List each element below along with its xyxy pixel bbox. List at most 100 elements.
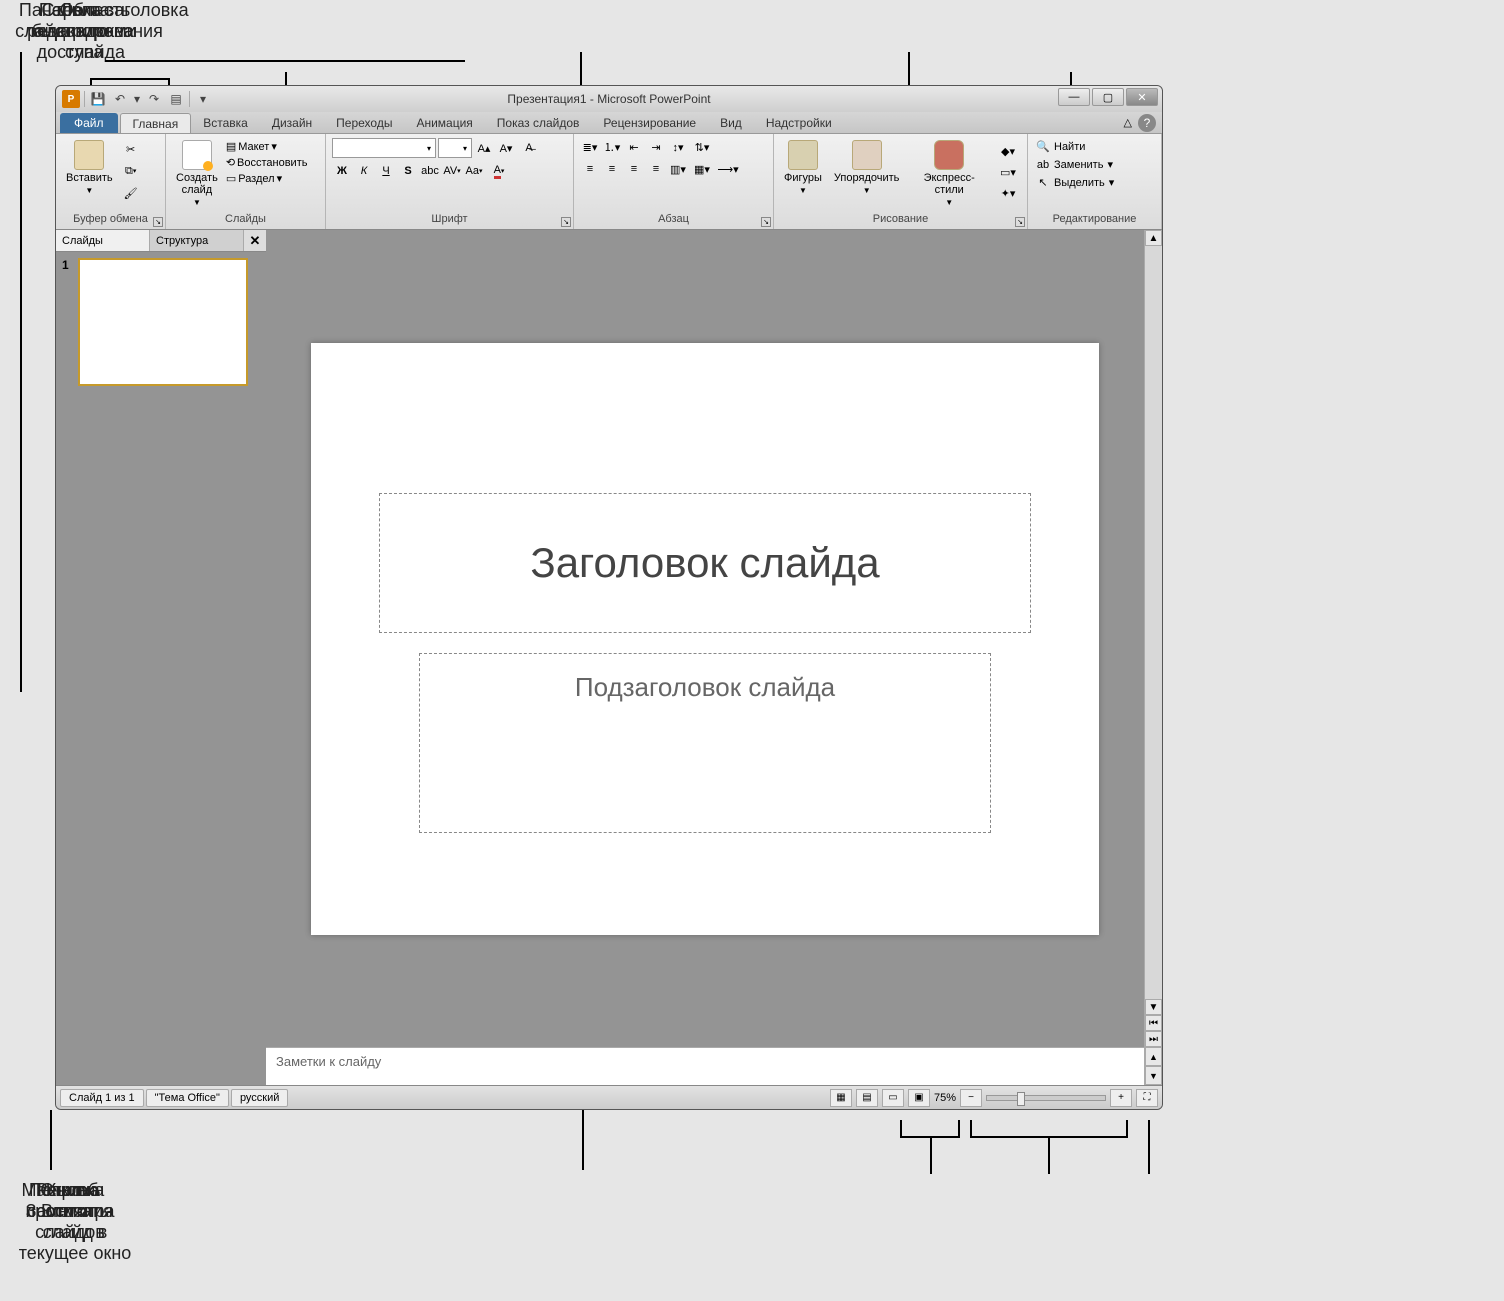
- grow-font-icon[interactable]: A▴: [474, 139, 494, 157]
- subtitle-placeholder[interactable]: Подзаголовок слайда: [419, 653, 991, 833]
- line-spacing-icon[interactable]: ↕▾: [668, 138, 688, 156]
- columns-icon[interactable]: ▥▾: [668, 160, 688, 178]
- scroll-up-icon[interactable]: ▲: [1145, 230, 1162, 246]
- help-icon[interactable]: ?: [1138, 114, 1156, 132]
- thumbnail-item[interactable]: 1: [62, 258, 260, 386]
- text-direction-icon[interactable]: ⇅▾: [690, 138, 714, 156]
- justify-icon[interactable]: ≡: [646, 160, 666, 178]
- undo-icon[interactable]: ↶: [111, 90, 129, 108]
- notes-scroll-up-icon[interactable]: ▲: [1145, 1047, 1162, 1066]
- status-theme[interactable]: "Тема Office": [146, 1089, 229, 1107]
- inc-indent-icon[interactable]: ⇥: [646, 138, 666, 156]
- new-doc-icon[interactable]: ▤: [167, 90, 185, 108]
- file-tab[interactable]: Файл: [60, 113, 118, 133]
- numbering-icon[interactable]: ⒈▾: [602, 138, 622, 156]
- layout-button[interactable]: ▤ Макет ▾: [226, 140, 308, 153]
- font-color-icon[interactable]: A▾: [486, 162, 512, 180]
- redo-icon[interactable]: ↷: [145, 90, 163, 108]
- minimize-button[interactable]: —: [1058, 88, 1090, 106]
- tab-view[interactable]: Вид: [708, 113, 754, 133]
- find-button[interactable]: 🔍Найти: [1036, 138, 1114, 156]
- drawing-launcher-icon[interactable]: ↘: [1015, 217, 1025, 227]
- replace-button[interactable]: abЗаменить ▾: [1036, 156, 1114, 174]
- shrink-font-icon[interactable]: A▾: [496, 139, 516, 157]
- notes-scrollbar[interactable]: ▲ ▼: [1144, 1047, 1162, 1085]
- status-language[interactable]: русский: [231, 1089, 288, 1107]
- tab-addins[interactable]: Надстройки: [754, 113, 844, 133]
- close-button[interactable]: ✕: [1126, 88, 1158, 106]
- paragraph-launcher-icon[interactable]: ↘: [761, 217, 771, 227]
- panel-tab-outline[interactable]: Структура: [150, 230, 244, 251]
- scroll-down-icon[interactable]: ▼: [1145, 999, 1162, 1015]
- panel-close-icon[interactable]: ✕: [244, 230, 266, 251]
- italic-icon[interactable]: К: [354, 162, 374, 180]
- tab-animations[interactable]: Анимация: [404, 113, 484, 133]
- bold-icon[interactable]: Ж: [332, 162, 352, 180]
- vertical-scrollbar[interactable]: ▲ ▼ ⏮ ⏭: [1144, 230, 1162, 1047]
- font-launcher-icon[interactable]: ↘: [561, 217, 571, 227]
- clear-formatting-icon[interactable]: A̶: [518, 139, 540, 157]
- maximize-button[interactable]: ▢: [1092, 88, 1124, 106]
- quick-styles-button[interactable]: Экспресс-стили▼: [907, 138, 991, 209]
- new-slide-button[interactable]: Создать слайд ▼: [172, 138, 222, 209]
- smartart-icon[interactable]: ⟶▾: [716, 160, 740, 178]
- section-button[interactable]: ▭ Раздел ▾: [226, 172, 308, 185]
- align-right-icon[interactable]: ≡: [624, 160, 644, 178]
- next-slide-icon[interactable]: ⏭: [1145, 1031, 1162, 1047]
- save-icon[interactable]: 💾: [89, 90, 107, 108]
- panel-tab-slides[interactable]: Слайды: [56, 230, 150, 251]
- status-slide[interactable]: Слайд 1 из 1: [60, 1089, 144, 1107]
- tab-review[interactable]: Рецензирование: [591, 113, 708, 133]
- app-icon[interactable]: P: [62, 90, 80, 108]
- restore-button[interactable]: ⟲ Восстановить: [226, 156, 308, 169]
- notes-pane[interactable]: Заметки к слайду: [266, 1047, 1144, 1085]
- title-placeholder[interactable]: Заголовок слайда: [379, 493, 1031, 633]
- minimize-ribbon-icon[interactable]: △: [1122, 114, 1134, 132]
- paste-button[interactable]: Вставить ▼: [62, 138, 117, 197]
- cut-icon[interactable]: ✂: [121, 140, 141, 158]
- font-combo[interactable]: ▾: [332, 138, 436, 158]
- zoom-slider[interactable]: [986, 1095, 1106, 1101]
- tab-design[interactable]: Дизайн: [260, 113, 324, 133]
- notes-scroll-down-icon[interactable]: ▼: [1145, 1066, 1162, 1085]
- shape-effects-icon[interactable]: ✦▾: [995, 184, 1021, 202]
- align-text-icon[interactable]: ▦▾: [690, 160, 714, 178]
- fit-to-window-icon[interactable]: ⛶: [1136, 1089, 1158, 1107]
- underline-icon[interactable]: Ч: [376, 162, 396, 180]
- zoom-thumb[interactable]: [1017, 1092, 1025, 1106]
- prev-slide-icon[interactable]: ⏮: [1145, 1015, 1162, 1031]
- tab-slideshow[interactable]: Показ слайдов: [485, 113, 592, 133]
- font-size-combo[interactable]: ▾: [438, 138, 472, 158]
- bullets-icon[interactable]: ≣▾: [580, 138, 600, 156]
- view-normal-icon[interactable]: ▦: [830, 1089, 852, 1107]
- clipboard-launcher-icon[interactable]: ↘: [153, 217, 163, 227]
- shapes-button[interactable]: Фигуры▼: [780, 138, 826, 197]
- char-spacing-icon[interactable]: AV▾: [442, 162, 462, 180]
- copy-icon[interactable]: ⧉▾: [121, 162, 141, 180]
- select-button[interactable]: ↖Выделить ▾: [1036, 174, 1114, 192]
- tab-home[interactable]: Главная: [120, 113, 192, 133]
- tab-insert[interactable]: Вставка: [191, 113, 260, 133]
- group-drawing: Фигуры▼ Упорядочить▼ Экспресс-стили▼ ◆▾ …: [774, 134, 1028, 229]
- arrange-button[interactable]: Упорядочить▼: [830, 138, 903, 197]
- undo-dropdown-icon[interactable]: ▾: [133, 90, 141, 108]
- zoom-in-icon[interactable]: +: [1110, 1089, 1132, 1107]
- view-sorter-icon[interactable]: ▤: [856, 1089, 878, 1107]
- dec-indent-icon[interactable]: ⇤: [624, 138, 644, 156]
- view-reading-icon[interactable]: ▭: [882, 1089, 904, 1107]
- tab-transitions[interactable]: Переходы: [324, 113, 404, 133]
- change-case-icon[interactable]: Aa▾: [464, 162, 484, 180]
- shape-fill-icon[interactable]: ◆▾: [995, 142, 1021, 160]
- align-center-icon[interactable]: ≡: [602, 160, 622, 178]
- view-slideshow-icon[interactable]: ▣: [908, 1089, 930, 1107]
- qat-customize-icon[interactable]: ▾: [194, 90, 212, 108]
- strike-icon[interactable]: S: [398, 162, 418, 180]
- format-painter-icon[interactable]: 🖌: [121, 184, 141, 202]
- align-left-icon[interactable]: ≡: [580, 160, 600, 178]
- slide-canvas[interactable]: Заголовок слайда Подзаголовок слайда: [266, 230, 1144, 1047]
- zoom-out-icon[interactable]: −: [960, 1089, 982, 1107]
- slide-thumbnail[interactable]: [78, 258, 248, 386]
- shape-outline-icon[interactable]: ▭▾: [995, 163, 1021, 181]
- replace-icon: ab: [1036, 156, 1050, 174]
- shadow-icon[interactable]: abc: [420, 162, 440, 180]
